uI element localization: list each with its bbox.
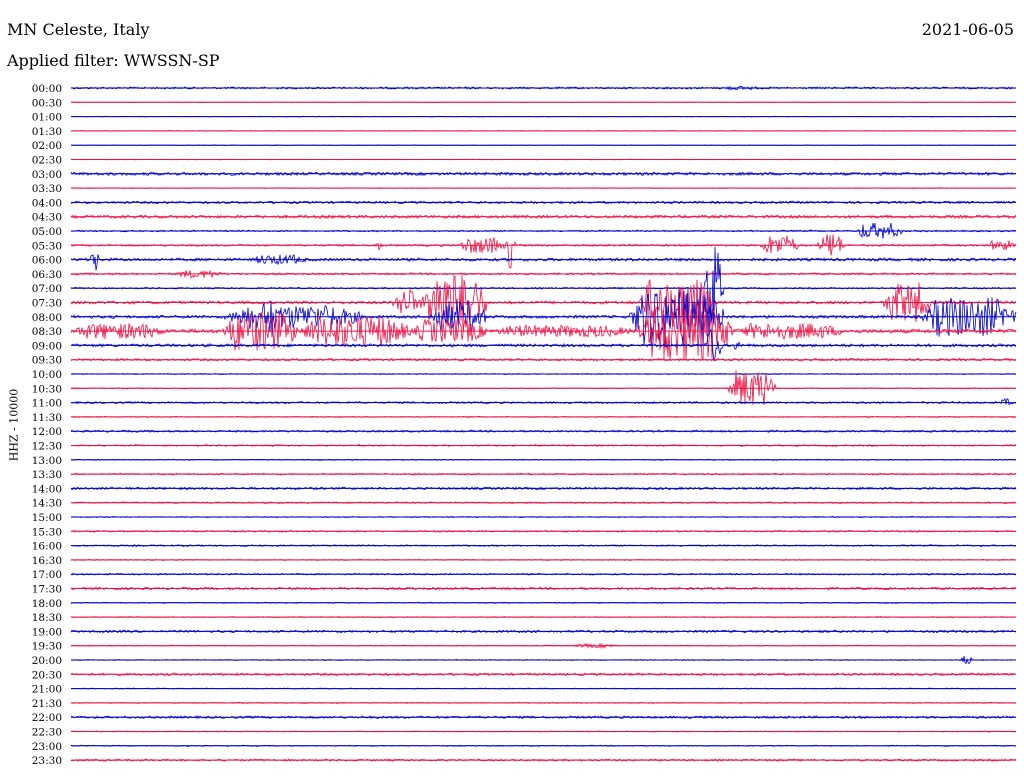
trace-line (70, 397, 1017, 406)
time-label: 19:30 (32, 641, 62, 653)
time-label: 08:00 (32, 312, 62, 324)
time-label: 00:00 (32, 83, 62, 95)
time-label: 15:30 (32, 526, 62, 538)
time-label: 18:30 (32, 612, 62, 624)
time-label: 10:30 (32, 383, 62, 395)
time-label: 11:00 (32, 398, 62, 410)
time-label: 15:00 (32, 512, 62, 524)
time-label: 05:30 (32, 240, 62, 252)
time-label: 03:30 (32, 183, 62, 195)
time-label: 08:30 (32, 326, 62, 338)
time-label: 04:00 (32, 197, 62, 209)
trace-line (70, 253, 1017, 271)
time-label: 00:30 (32, 97, 62, 109)
time-label: 22:00 (32, 712, 62, 724)
time-label: 14:30 (32, 498, 62, 510)
time-label: 09:00 (32, 340, 62, 352)
time-label: 21:00 (32, 684, 62, 696)
time-label: 11:30 (32, 412, 62, 424)
time-label: 09:30 (32, 355, 62, 367)
time-label: 21:30 (32, 698, 62, 710)
time-label: 10:00 (32, 369, 62, 381)
time-label: 23:00 (32, 741, 62, 753)
time-label: 19:00 (32, 626, 62, 638)
time-label: 20:00 (32, 655, 62, 667)
time-label: 02:00 (32, 140, 62, 152)
time-label: 13:00 (32, 455, 62, 467)
helicorder-plot: 00:00 00:30 01:00 01:30 02:00 02:30 03:00 03:30… (32, 83, 1017, 767)
time-label: 06:00 (32, 255, 62, 267)
trace-line (70, 289, 1017, 347)
time-label: 20:30 (32, 669, 62, 681)
time-label: 03:00 (32, 169, 62, 181)
time-label: 07:30 (32, 298, 62, 310)
time-label: 12:30 (32, 441, 62, 453)
time-label: 02:30 (32, 155, 62, 167)
trace-line (70, 370, 1017, 406)
time-label: 05:00 (32, 226, 62, 238)
time-label: 22:30 (32, 727, 62, 739)
time-label: 01:30 (32, 126, 62, 138)
time-label: 14:00 (32, 483, 62, 495)
time-label: 04:30 (32, 212, 62, 224)
time-label: 06:30 (32, 269, 62, 281)
time-label: 16:00 (32, 541, 62, 553)
time-label: 01:00 (32, 112, 62, 124)
time-label: 18:00 (32, 598, 62, 610)
trace-line (70, 234, 1017, 269)
time-label: 12:00 (32, 426, 62, 438)
time-label: 17:30 (32, 584, 62, 596)
time-label: 17:00 (32, 569, 62, 581)
time-label: 16:30 (32, 555, 62, 567)
time-labels: 00:00 00:30 01:00 01:30 02:00 02:30 03:00 03:30… (32, 83, 62, 767)
time-label: 13:30 (32, 469, 62, 481)
time-label: 07:00 (32, 283, 62, 295)
time-label: 23:30 (32, 755, 62, 767)
traces (70, 85, 1017, 762)
trace-line (70, 246, 1017, 326)
